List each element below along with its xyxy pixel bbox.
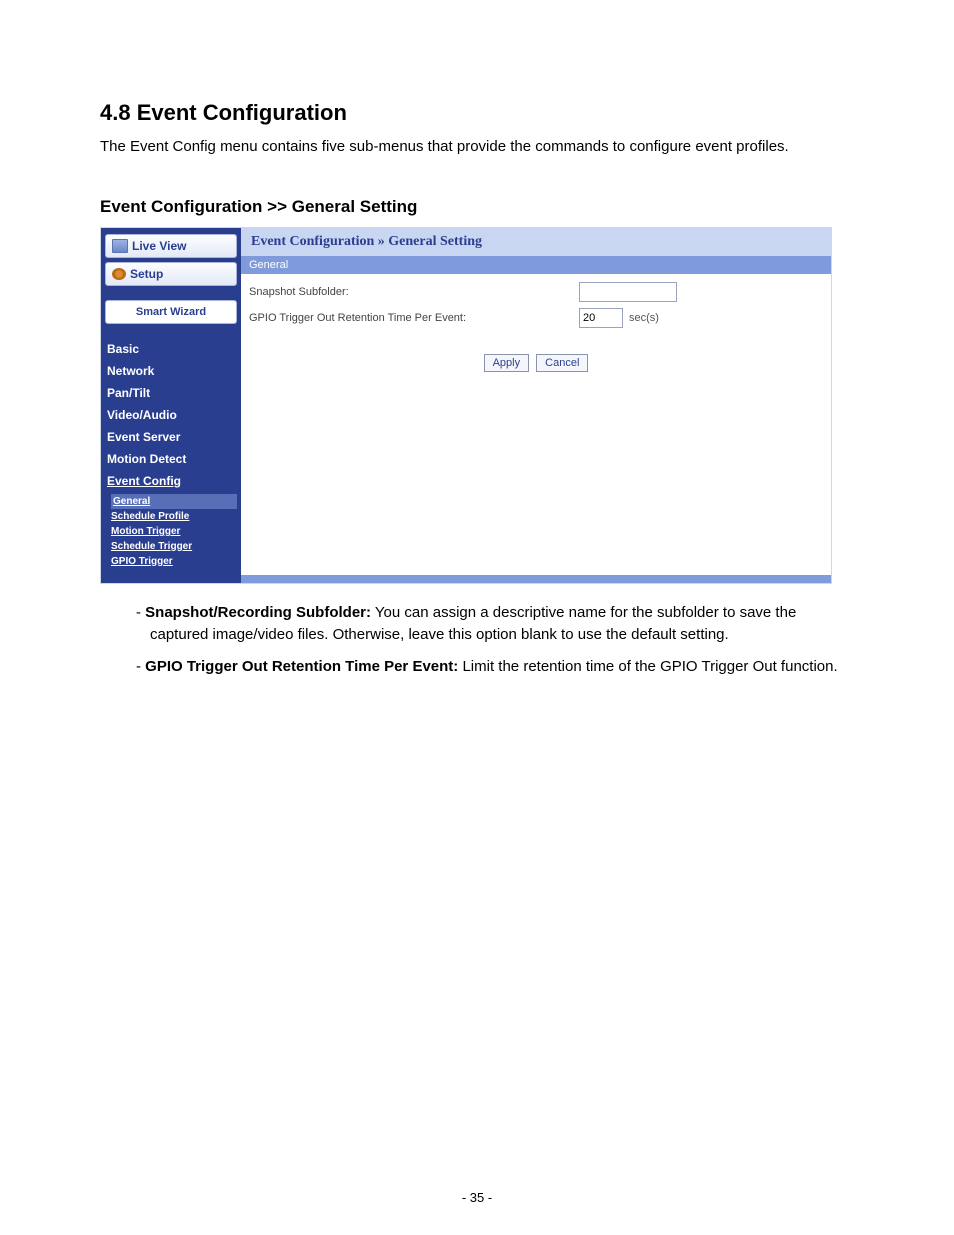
description-list: Snapshot/Recording Subfolder: You can as… bbox=[136, 602, 854, 677]
app-screenshot: Live View Setup Smart Wizard Basic Netwo… bbox=[100, 227, 832, 584]
apply-button[interactable]: Apply bbox=[484, 354, 530, 372]
gpio-retention-unit: sec(s) bbox=[629, 312, 659, 324]
section-header: General bbox=[241, 256, 831, 274]
sidebar: Live View Setup Smart Wizard Basic Netwo… bbox=[101, 228, 241, 583]
sidebar-menu: Basic Network Pan/Tilt Video/Audio Event… bbox=[105, 338, 237, 492]
sidebar-item-network[interactable]: Network bbox=[105, 360, 237, 382]
live-view-button[interactable]: Live View bbox=[105, 234, 237, 258]
bullet-snapshot-label: Snapshot/Recording Subfolder: bbox=[145, 604, 371, 621]
setup-label: Setup bbox=[130, 267, 163, 281]
sidebar-item-basic[interactable]: Basic bbox=[105, 338, 237, 360]
subitem-general[interactable]: General bbox=[111, 494, 237, 509]
subitem-gpio-trigger[interactable]: GPIO Trigger bbox=[111, 554, 237, 569]
subsection-heading: Event Configuration >> General Setting bbox=[100, 197, 854, 217]
bottom-bar bbox=[241, 575, 831, 583]
subitem-motion-trigger[interactable]: Motion Trigger bbox=[111, 524, 237, 539]
bullet-snapshot: Snapshot/Recording Subfolder: You can as… bbox=[136, 602, 854, 646]
form-area: Snapshot Subfolder: GPIO Trigger Out Ret… bbox=[241, 274, 831, 575]
sidebar-item-video-audio[interactable]: Video/Audio bbox=[105, 404, 237, 426]
subitem-schedule-trigger[interactable]: Schedule Trigger bbox=[111, 539, 237, 554]
gear-icon bbox=[112, 268, 126, 280]
setup-button[interactable]: Setup bbox=[105, 262, 237, 286]
gpio-retention-input[interactable] bbox=[579, 308, 623, 328]
snapshot-subfolder-input[interactable] bbox=[579, 282, 677, 302]
sidebar-submenu: General Schedule Profile Motion Trigger … bbox=[111, 494, 237, 569]
bullet-gpio-label: GPIO Trigger Out Retention Time Per Even… bbox=[145, 658, 458, 675]
snapshot-subfolder-label: Snapshot Subfolder: bbox=[249, 286, 579, 298]
gpio-retention-label: GPIO Trigger Out Retention Time Per Even… bbox=[249, 312, 579, 324]
section-heading: 4.8 Event Configuration bbox=[100, 100, 854, 126]
sidebar-item-event-server[interactable]: Event Server bbox=[105, 426, 237, 448]
page-number: - 35 - bbox=[0, 1190, 954, 1205]
bullet-gpio-text: Limit the retention time of the GPIO Tri… bbox=[458, 658, 837, 675]
subitem-schedule-profile[interactable]: Schedule Profile bbox=[111, 509, 237, 524]
cancel-button[interactable]: Cancel bbox=[536, 354, 588, 372]
breadcrumb: Event Configuration » General Setting bbox=[241, 228, 831, 256]
smart-wizard-button[interactable]: Smart Wizard bbox=[105, 300, 237, 324]
bullet-gpio: GPIO Trigger Out Retention Time Per Even… bbox=[136, 656, 854, 678]
sidebar-item-event-config[interactable]: Event Config bbox=[105, 470, 237, 492]
sidebar-item-motion-detect[interactable]: Motion Detect bbox=[105, 448, 237, 470]
sidebar-item-pan-tilt[interactable]: Pan/Tilt bbox=[105, 382, 237, 404]
live-view-label: Live View bbox=[132, 239, 186, 253]
main-panel: Event Configuration » General Setting Ge… bbox=[241, 228, 831, 583]
camera-icon bbox=[112, 239, 128, 253]
section-intro: The Event Config menu contains five sub-… bbox=[100, 136, 854, 157]
